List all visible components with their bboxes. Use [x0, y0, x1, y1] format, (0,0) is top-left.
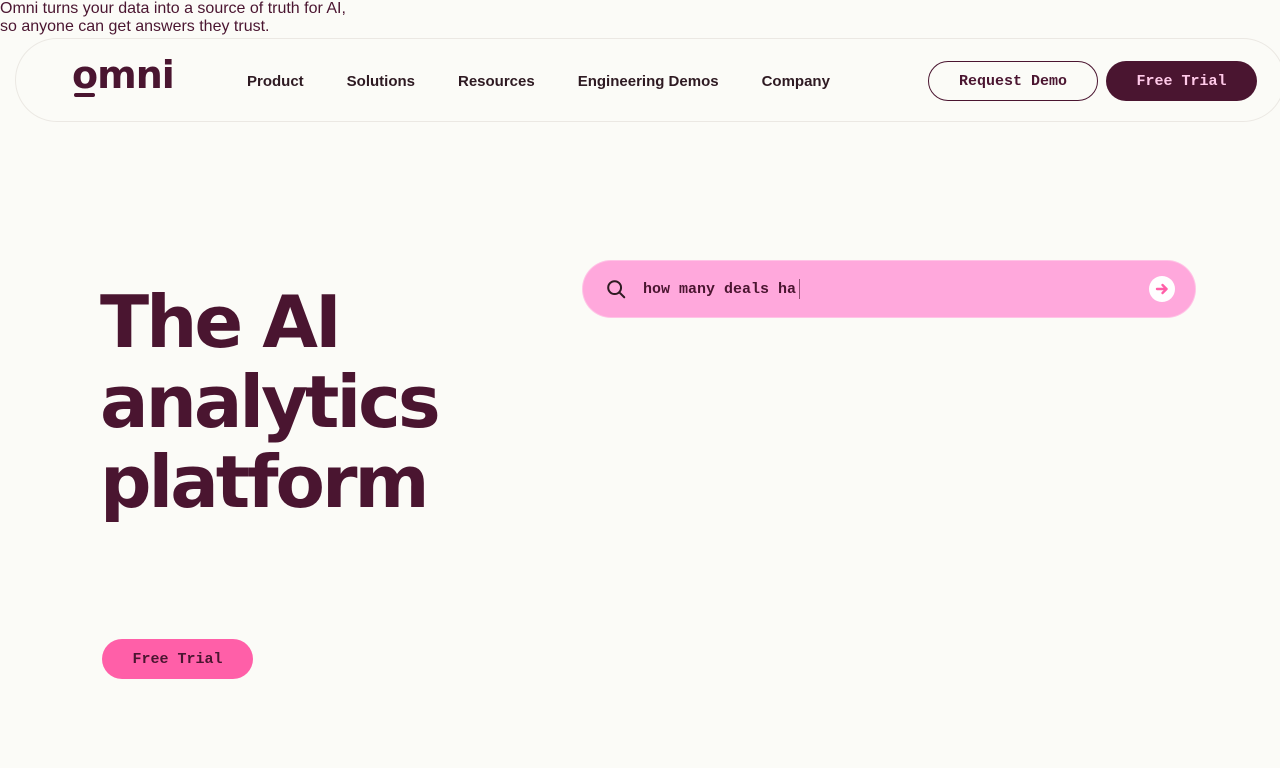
- nav-item-resources[interactable]: Resources: [458, 73, 535, 90]
- hero-title: The AI analytics platform: [100, 280, 441, 524]
- hero-title-line-3: platform: [100, 440, 430, 524]
- arrow-right-icon: [1155, 283, 1168, 295]
- primary-nav: Product Solutions Resources Engineering …: [247, 39, 873, 123]
- hero-subtitle-line-2: so anyone can get answers they trust.: [0, 18, 270, 35]
- header-free-trial-button[interactable]: Free Trial: [1106, 61, 1257, 101]
- nav-item-product[interactable]: Product: [247, 73, 304, 90]
- search-submit-button[interactable]: [1149, 276, 1175, 302]
- hero-subtitle-line-1: Omni turns your data into a source of tr…: [0, 0, 346, 17]
- logo-rest: mni: [97, 53, 175, 97]
- text-caret: [799, 279, 801, 299]
- hero-free-trial-button[interactable]: Free Trial: [102, 639, 253, 679]
- nav-item-solutions[interactable]: Solutions: [347, 73, 415, 90]
- top-navbar: o mni Product Solutions Resources Enginee…: [15, 38, 1280, 122]
- omni-logo[interactable]: o mni: [72, 53, 175, 97]
- search-icon: [607, 280, 626, 299]
- hero-title-line-2: analytics: [100, 360, 441, 444]
- logo-o-letter: o: [72, 53, 98, 97]
- search-input[interactable]: how many deals ha: [643, 261, 801, 317]
- hero-title-line-1: The AI: [100, 280, 342, 364]
- page: o mni Product Solutions Resources Enginee…: [0, 0, 1280, 768]
- request-demo-button[interactable]: Request Demo: [928, 61, 1098, 101]
- ai-search-bar[interactable]: how many deals ha: [583, 261, 1195, 317]
- nav-item-company[interactable]: Company: [762, 73, 830, 90]
- nav-item-engineering-demos[interactable]: Engineering Demos: [578, 73, 719, 90]
- search-input-value: how many deals ha: [643, 280, 797, 298]
